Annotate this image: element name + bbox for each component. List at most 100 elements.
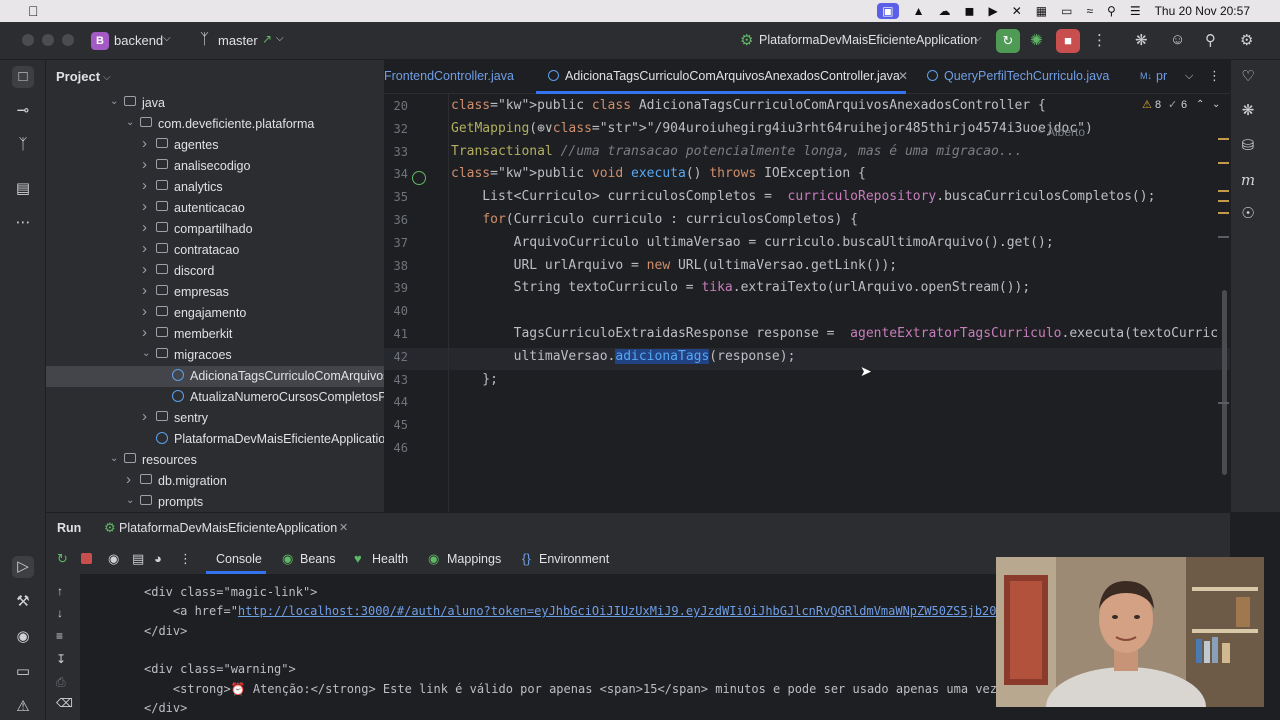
tab-console[interactable]: Console [216,552,262,566]
tree-item[interactable]: › agentes [46,135,384,156]
chevron-right-icon[interactable]: › [142,282,147,299]
code-line[interactable]: class="kw">public class AdicionaTagsCurr… [451,98,1046,113]
chevron-right-icon[interactable]: › [142,261,147,278]
settings-gear-icon[interactable]: ⚙ [1240,31,1253,49]
tree-item[interactable]: ⌄ com.deveficiente.plataforma [46,114,384,135]
search-icon[interactable]: ⚲ [1107,4,1116,18]
chevron-down-icon[interactable]: ⌵ [163,33,171,44]
debug-icon[interactable]: ✺ [1030,31,1043,49]
problems-icon[interactable]: ⚠ [12,696,34,718]
more-options-icon[interactable]: ⋮ [179,551,192,567]
close-tab-icon[interactable]: ✕ [339,521,348,534]
tools-icon[interactable]: ✕ [1012,4,1022,18]
tab-adiciona-tags-controller[interactable]: AdicionaTagsCurriculoComArquivosAnexados… [565,69,900,83]
code-line[interactable]: List<Curriculo> curriculosCompletos = cu… [451,189,1155,204]
rerun-icon[interactable]: ↻ [57,551,68,567]
zoom-window-button[interactable] [62,34,74,46]
chevron-right-icon[interactable]: › [142,324,147,341]
tabs-dropdown-icon[interactable]: ⌵ [1185,70,1193,83]
chevron-right-icon[interactable]: › [142,408,147,425]
scroll-to-end-icon[interactable]: ↧ [56,652,66,666]
apple-icon[interactable]:  [28,3,39,19]
play-icon[interactable]: ▶ [988,4,997,18]
chevron-down-icon[interactable]: ⌄ [1212,99,1220,110]
tree-item[interactable]: › db.migration [46,471,384,492]
code-line[interactable]: class="kw">public void executa() throws … [451,166,866,181]
tree-item[interactable]: › analytics [46,177,384,198]
check-icon[interactable]: ✓ [1168,98,1177,111]
tab-frontend-controller[interactable]: FrontendController.java [384,69,514,83]
tab-environment[interactable]: Environment [539,552,609,566]
print-icon[interactable]: ⎙ [56,675,66,690]
battery-icon[interactable]: ▭ [1061,4,1072,18]
code-line[interactable]: GetMapping(⊕∨class="str">"/904uroiuhegir… [451,121,1093,136]
minimize-window-button[interactable] [42,34,54,46]
structure-icon[interactable]: ▤ [12,178,34,200]
chevron-down-icon[interactable]: ⌄ [110,96,118,107]
notifications-bell-icon[interactable]: ♡ [1237,66,1259,88]
more-tools-icon[interactable]: ⋯ [12,212,34,234]
app-icon[interactable]: ▲ [913,4,925,18]
endpoints-icon[interactable]: ☉ [1237,203,1259,225]
tab-beans[interactable]: Beans [300,552,335,566]
run-tool-icon[interactable]: ▷ [12,556,34,578]
more-options-icon[interactable]: ⋮ [1092,31,1107,49]
warnings-count[interactable]: 8 [1155,99,1161,111]
tree-item[interactable]: AdicionaTagsCurriculoComArquivos [46,366,384,387]
tab-query-perfil-tech[interactable]: QueryPerfilTechCurriculo.java [944,69,1109,83]
tree-item[interactable]: ⌄ migracoes [46,345,384,366]
checks-count[interactable]: 6 [1181,99,1187,111]
code-line[interactable]: for(Curriculo curriculo : curriculosComp… [451,212,858,227]
chevron-right-icon[interactable]: › [142,303,147,320]
gauge-icon[interactable]: ◕ [154,551,162,566]
maven-icon[interactable]: m [1237,169,1259,191]
close-window-button[interactable] [22,34,34,46]
tab-mappings[interactable]: Mappings [447,552,501,566]
tree-item[interactable]: › autenticacao [46,198,384,219]
tree-item[interactable]: ⌄ resources [46,450,384,471]
search-everywhere-icon[interactable]: ⚲ [1205,31,1216,49]
scroll-up-icon[interactable]: ↑ [57,584,63,598]
stop-icon[interactable] [81,553,92,564]
code-line[interactable]: ArquivoCurriculo ultimaVersao = curricul… [451,235,1054,250]
code-line[interactable]: Transactional //uma transacao potencialm… [451,144,1022,159]
tree-item[interactable]: › compartilhado [46,219,384,240]
control-center-icon[interactable]: ☰ [1130,4,1141,18]
chevron-down-icon[interactable]: ⌵ [103,72,111,83]
tree-item[interactable]: › contratacao [46,240,384,261]
cloud-icon[interactable]: ☁ [938,4,950,18]
chevron-up-icon[interactable]: ⌃ [1196,99,1204,110]
restore-layout-icon[interactable]: ▤ [132,551,144,567]
ai-chat-icon[interactable]: ❋ [1237,100,1259,122]
tabs-more-icon[interactable]: ⋮ [1208,68,1221,84]
project-folder-icon[interactable]: □ [12,66,34,88]
project-selector[interactable]: backend [114,33,163,48]
tree-item[interactable]: › analisecodigo [46,156,384,177]
run-panel-title[interactable]: Run [57,521,81,535]
tree-item[interactable]: › sentry [46,408,384,429]
chevron-right-icon[interactable]: › [142,177,147,194]
project-panel-title[interactable]: Project [56,69,100,84]
tree-item[interactable]: › empresas [46,282,384,303]
code-line[interactable]: TagsCurriculoExtraidasResponse response … [451,326,1218,341]
chevron-right-icon[interactable]: › [142,219,147,236]
terminal-icon[interactable]: ▭ [12,661,34,683]
clear-trash-icon[interactable]: ⌫ [56,696,73,710]
clock[interactable]: Thu 20 Nov 20:57 [1155,4,1250,18]
code-line[interactable]: String textoCurriculo = tika.extraiTexto… [451,280,1031,295]
add-user-icon[interactable]: ☺ [1170,31,1185,48]
commit-icon[interactable]: ⊸ [12,100,34,122]
branch-selector[interactable]: master [218,33,258,48]
tree-item[interactable]: PlataformaDevMaisEficienteApplication [46,429,384,450]
code-line[interactable]: ultimaVersao.adicionaTags(response); [451,348,795,364]
screen-share-icon[interactable]: ▣ [877,3,899,19]
build-hammer-icon[interactable]: ⚒ [12,591,34,613]
code-line[interactable]: URL urlArquivo = new URL(ultimaVersao.ge… [451,258,898,273]
code-line[interactable]: }; [451,372,498,387]
rerun-button[interactable]: ↻ [996,29,1020,53]
tree-item[interactable]: AtualizaNumeroCursosCompletosPr [46,387,384,408]
spring-bean-gutter-icon[interactable] [412,171,426,185]
tab-health[interactable]: Health [372,552,408,566]
editor-scrollbar[interactable] [1222,290,1227,475]
chevron-down-icon[interactable]: ⌄ [142,348,150,359]
